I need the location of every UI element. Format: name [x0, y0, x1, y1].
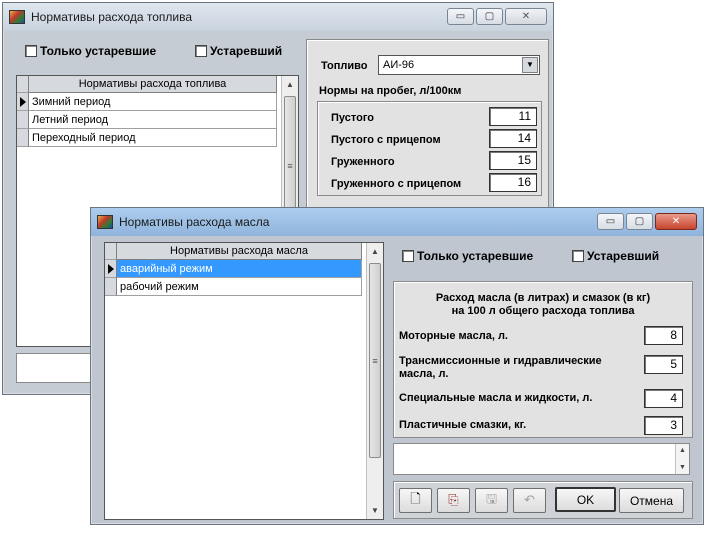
- scroll-thumb[interactable]: ≡: [369, 263, 381, 458]
- grid-corner: [17, 76, 29, 93]
- rate-label: Специальные масла и жидкости, л.: [399, 392, 593, 404]
- oil-window-title: Нормативы расхода масла: [119, 215, 270, 229]
- outdated-checkbox[interactable]: Устаревший: [572, 249, 659, 263]
- scroll-down-icon[interactable]: ▼: [367, 502, 383, 519]
- oil-norms-window: Нормативы расхода масла ▭ ▢ ✕ Нормативы …: [90, 207, 704, 525]
- table-row[interactable]: Летний период: [29, 111, 277, 129]
- close-button[interactable]: ✕: [505, 8, 547, 25]
- button-bar: 🗋 ⎘ 🖫 ↶ OK Отмена: [393, 481, 693, 519]
- minimize-icon: ▭: [455, 11, 466, 22]
- row-indicator[interactable]: [17, 111, 29, 129]
- scroll-up-icon[interactable]: ▲: [282, 76, 298, 93]
- checkbox-box[interactable]: [195, 45, 207, 57]
- new-document-icon: 🗋: [410, 491, 421, 507]
- undo-icon: ↶: [524, 493, 535, 508]
- norm-label: Пустого: [331, 112, 374, 124]
- fuel-select-value: АИ-96: [383, 59, 415, 71]
- only-outdated-label: Только устаревшие: [40, 44, 157, 58]
- checkbox-box[interactable]: [25, 45, 37, 57]
- cancel-button[interactable]: Отмена: [619, 488, 684, 513]
- minimize-button[interactable]: ▭: [597, 213, 624, 230]
- norm-label: Груженного с прицепом: [331, 178, 462, 190]
- app-icon: [97, 215, 113, 229]
- outdated-label: Устаревший: [210, 44, 283, 58]
- norm-value-input[interactable]: 11: [489, 107, 537, 126]
- ok-button[interactable]: OK: [555, 487, 616, 512]
- maximize-icon: ▢: [484, 11, 495, 22]
- row-indicator[interactable]: [17, 93, 29, 111]
- grid-corner: [105, 243, 117, 260]
- copy-button[interactable]: ⎘: [437, 488, 470, 513]
- outdated-checkbox[interactable]: Устаревший: [195, 44, 282, 58]
- row-indicator[interactable]: [105, 260, 117, 278]
- close-button[interactable]: ✕: [655, 213, 697, 230]
- current-row-arrow-icon: [108, 264, 114, 274]
- only-outdated-label: Только устаревшие: [417, 249, 534, 263]
- rate-value-input[interactable]: 8: [644, 326, 683, 345]
- oil-notes-field[interactable]: ▲ ▼: [393, 443, 690, 475]
- grid-column-header[interactable]: Нормативы расхода масла: [117, 243, 362, 260]
- app-icon: [9, 10, 25, 24]
- notes-vertical-scrollbar[interactable]: ▲ ▼: [675, 444, 689, 474]
- norm-value-input[interactable]: 14: [489, 129, 537, 148]
- norm-value-input[interactable]: 15: [489, 151, 537, 170]
- oil-rates-panel: Расход масла (в литрах) и смазок (в кг) …: [393, 281, 693, 438]
- rate-label: Пластичные смазки, кг.: [399, 419, 527, 431]
- close-icon: ✕: [521, 11, 531, 22]
- rate-value-input[interactable]: 4: [644, 389, 683, 408]
- rate-label: Трансмиссионные и гидравлические: [399, 355, 602, 367]
- grid-vertical-scrollbar[interactable]: ▲ ≡ ▼: [366, 243, 383, 519]
- table-row-selected[interactable]: аварийный режим: [117, 260, 362, 278]
- table-row[interactable]: рабочий режим: [117, 278, 362, 296]
- rate-value-input[interactable]: 5: [644, 355, 683, 374]
- fuel-window-titlebar[interactable]: Нормативы расхода топлива ▭ ▢ ✕: [3, 3, 553, 31]
- outdated-label: Устаревший: [587, 249, 660, 263]
- row-indicator[interactable]: [105, 278, 117, 296]
- minimize-icon: ▭: [605, 216, 616, 227]
- save-icon: 🖫: [485, 491, 498, 507]
- grid-column-header[interactable]: Нормативы расхода топлива: [29, 76, 277, 93]
- rates-title-line1: Расход масла (в литрах) и смазок (в кг): [435, 292, 651, 304]
- fuel-select[interactable]: АИ-96 ▼: [378, 55, 540, 75]
- chevron-down-icon[interactable]: ▼: [522, 57, 538, 73]
- row-indicator[interactable]: [17, 129, 29, 147]
- rate-label-continued: масла, л.: [399, 368, 449, 380]
- scroll-down-icon[interactable]: ▼: [676, 461, 689, 473]
- copy-document-icon: ⎘: [448, 493, 459, 508]
- fuel-label: Топливо: [321, 60, 368, 72]
- rate-label: Моторные масла, л.: [399, 330, 508, 342]
- maximize-button[interactable]: ▢: [626, 213, 653, 230]
- fuel-norms-panel: Топливо АИ-96 ▼ Нормы на пробег, л/100км…: [306, 39, 549, 209]
- only-outdated-checkbox[interactable]: Только устаревшие: [25, 44, 156, 58]
- rates-title-line2: на 100 л общего расхода топлива: [451, 305, 635, 317]
- rate-value-input[interactable]: 3: [644, 416, 683, 435]
- norms-subpanel: Пустого 11 Пустого с прицепом 14 Груженн…: [317, 101, 542, 196]
- new-button[interactable]: 🗋: [399, 488, 432, 513]
- minimize-button[interactable]: ▭: [447, 8, 474, 25]
- undo-button[interactable]: ↶: [513, 488, 546, 513]
- checkbox-box[interactable]: [402, 250, 414, 262]
- oil-norms-grid[interactable]: Нормативы расхода масла аварийный режим …: [104, 242, 384, 520]
- table-row[interactable]: Зимний период: [29, 93, 277, 111]
- table-row[interactable]: Переходный период: [29, 129, 277, 147]
- fuel-window-title: Нормативы расхода топлива: [31, 10, 192, 24]
- norms-title: Нормы на пробег, л/100км: [319, 85, 462, 97]
- only-outdated-checkbox[interactable]: Только устаревшие: [402, 249, 533, 263]
- oil-window-titlebar[interactable]: Нормативы расхода масла ▭ ▢ ✕: [91, 208, 703, 236]
- scroll-up-icon[interactable]: ▲: [367, 243, 383, 260]
- norm-label: Пустого с прицепом: [331, 134, 441, 146]
- close-icon: ✕: [671, 216, 681, 227]
- save-button[interactable]: 🖫: [475, 488, 508, 513]
- checkbox-box[interactable]: [572, 250, 584, 262]
- current-row-arrow-icon: [20, 97, 26, 107]
- norm-value-input[interactable]: 16: [489, 173, 537, 192]
- maximize-icon: ▢: [634, 216, 645, 227]
- maximize-button[interactable]: ▢: [476, 8, 503, 25]
- scroll-up-icon[interactable]: ▲: [676, 444, 689, 456]
- norm-label: Груженного: [331, 156, 395, 168]
